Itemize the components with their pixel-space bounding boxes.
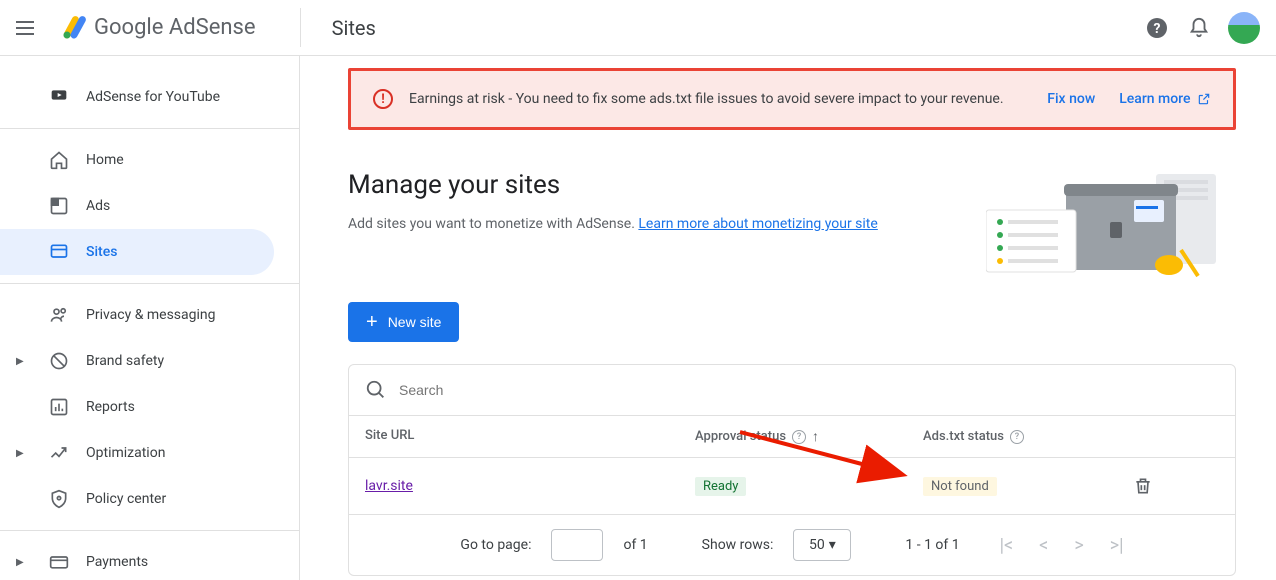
- sidebar-item-home[interactable]: Home: [0, 137, 274, 183]
- help-icon[interactable]: ?: [792, 430, 806, 444]
- chevron-down-icon: ▾: [829, 537, 836, 553]
- approval-badge: Ready: [695, 477, 746, 496]
- youtube-icon: [48, 86, 70, 108]
- range-text: 1 - 1 of 1: [905, 537, 959, 553]
- monetize-learn-link[interactable]: Learn more about monetizing your site: [638, 216, 877, 232]
- sites-icon: [48, 241, 70, 263]
- adsstatus-badge: Not found: [923, 477, 997, 496]
- menu-button[interactable]: [16, 16, 40, 40]
- first-page-icon[interactable]: |<: [1000, 535, 1014, 556]
- adsense-logo[interactable]: Google AdSense: [60, 14, 256, 42]
- alert-message: Earnings at risk - You need to fix some …: [409, 91, 1031, 107]
- next-page-icon[interactable]: >: [1074, 535, 1083, 556]
- search-icon: [365, 379, 387, 401]
- ads-icon: [48, 195, 70, 217]
- alert-icon: !: [373, 89, 393, 109]
- col-ads-status[interactable]: Ads.txt status ?: [923, 428, 1133, 445]
- sidebar-item-optimization[interactable]: ▶ Optimization: [0, 430, 274, 476]
- chevron-right-icon: ▶: [16, 356, 28, 367]
- goto-label: Go to page:: [460, 537, 531, 553]
- external-link-icon: [1197, 92, 1211, 106]
- rows-label: Show rows:: [702, 537, 774, 553]
- rows-select[interactable]: 50 ▾: [793, 529, 851, 561]
- sidebar-item-payments[interactable]: ▶ Payments: [0, 539, 274, 580]
- avatar[interactable]: [1228, 12, 1260, 44]
- sidebar-item-youtube[interactable]: AdSense for YouTube: [0, 74, 274, 120]
- sidebar-item-reports[interactable]: Reports: [0, 384, 274, 430]
- adsense-logo-icon: [60, 14, 88, 42]
- logo-text: Google AdSense: [94, 15, 256, 40]
- reports-icon: [48, 396, 70, 418]
- fix-now-link[interactable]: Fix now: [1047, 91, 1095, 107]
- sort-up-icon[interactable]: ↑: [812, 428, 819, 445]
- col-approval[interactable]: Approval status ? ↑: [695, 428, 923, 445]
- sidebar-item-policy[interactable]: Policy center: [0, 476, 274, 522]
- home-icon: [48, 149, 70, 171]
- chevron-right-icon: ▶: [16, 557, 28, 568]
- sidebar-item-brand[interactable]: ▶ Brand safety: [0, 338, 274, 384]
- sidebar-item-sites[interactable]: Sites: [0, 229, 274, 275]
- table-row: lavr.site Ready Not found: [349, 458, 1235, 515]
- last-page-icon[interactable]: >|: [1110, 535, 1124, 556]
- sidebar-item-ads[interactable]: Ads: [0, 183, 274, 229]
- site-link[interactable]: lavr.site: [365, 478, 413, 494]
- brand-icon: [48, 350, 70, 372]
- manage-heading: Manage your sites: [348, 170, 878, 200]
- of-total: of 1: [623, 537, 647, 553]
- chevron-right-icon: ▶: [16, 448, 28, 459]
- help-icon[interactable]: ?: [1010, 430, 1024, 444]
- search-input[interactable]: [399, 382, 1219, 398]
- privacy-icon: [48, 304, 70, 326]
- site-illustration: [986, 170, 1236, 280]
- delete-icon[interactable]: [1133, 476, 1219, 496]
- help-icon[interactable]: ?: [1144, 15, 1170, 41]
- header-divider: [300, 8, 301, 47]
- payments-icon: [48, 551, 70, 573]
- col-site-url[interactable]: Site URL: [365, 428, 695, 445]
- svg-text:?: ?: [1154, 21, 1161, 37]
- new-site-button[interactable]: + New site: [348, 302, 459, 342]
- plus-icon: +: [366, 312, 378, 332]
- learn-more-link[interactable]: Learn more: [1119, 91, 1211, 107]
- notifications-icon[interactable]: [1186, 15, 1212, 41]
- sidebar-item-privacy[interactable]: Privacy & messaging: [0, 292, 274, 338]
- sites-table-card: Site URL Approval status ? ↑ Ads.txt sta…: [348, 364, 1236, 576]
- earnings-alert: ! Earnings at risk - You need to fix som…: [348, 68, 1236, 130]
- page-title: Sites: [332, 16, 376, 40]
- manage-subtitle: Add sites you want to monetize with AdSe…: [348, 216, 878, 232]
- goto-page-input[interactable]: [551, 529, 603, 561]
- policy-icon: [48, 488, 70, 510]
- prev-page-icon[interactable]: <: [1039, 535, 1048, 556]
- optim-icon: [48, 442, 70, 464]
- pagination: Go to page: of 1 Show rows: 50 ▾ 1 - 1 o…: [349, 515, 1235, 575]
